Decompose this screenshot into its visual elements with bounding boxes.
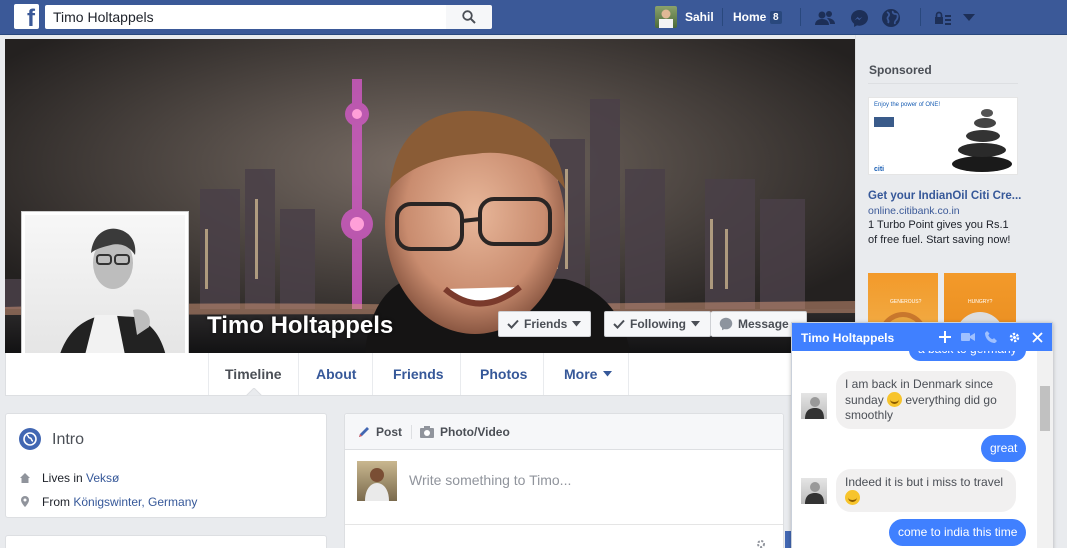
tab-photo-video[interactable]: Photo/Video — [419, 425, 510, 439]
chat-avatar — [801, 393, 827, 419]
citi-logo: citi — [874, 166, 885, 173]
chat-avatar — [801, 478, 827, 504]
lives-in-link[interactable]: Veksø — [86, 471, 119, 485]
checkmark-icon — [613, 319, 625, 329]
user-avatar[interactable] — [655, 6, 677, 28]
from-label: From — [42, 495, 74, 509]
settings-gear-icon[interactable] — [1006, 329, 1022, 345]
tab-photo-video-label: Photo/Video — [440, 425, 510, 439]
profile-link[interactable]: Sahil — [685, 10, 714, 24]
tab-post[interactable]: Post — [357, 425, 402, 439]
chat-message-received: I am back in Denmark since sunday everyt… — [836, 371, 1016, 429]
sponsored-heading: Sponsored — [869, 63, 932, 77]
ad-image[interactable]: Enjoy the power of ONE! citi — [868, 97, 1018, 175]
following-button-label: Following — [630, 317, 686, 331]
tab-more[interactable]: More — [548, 353, 630, 395]
close-icon[interactable] — [1029, 329, 1045, 345]
composer-tabs: Post Photo/Video — [345, 414, 783, 450]
caret-down-icon — [572, 321, 582, 327]
chat-message-sent: great — [981, 435, 1027, 462]
intro-card: Intro Lives in Veksø From Königswinter, … — [5, 413, 327, 518]
nav-divider — [800, 8, 801, 26]
intro-title: Intro — [52, 431, 85, 448]
lives-in-row: Lives in Veksø — [42, 471, 119, 485]
nav-divider — [920, 8, 921, 26]
post-composer: Post Photo/Video Write something to Timo… — [344, 413, 784, 548]
photos-card — [5, 535, 327, 548]
chat-header[interactable]: Timo Holtappels — [792, 323, 1052, 351]
pencil-icon — [359, 427, 369, 437]
chat-messages[interactable]: a back to germany I am back in Denmark s… — [792, 351, 1036, 548]
active-tab-indicator — [246, 388, 262, 396]
tab-timeline-label: Timeline — [225, 366, 282, 382]
search-input[interactable] — [45, 5, 446, 29]
top-navigation-bar: f Sahil Home 8 — [0, 0, 1067, 35]
chat-scrollbar[interactable] — [1037, 351, 1053, 548]
ad-url[interactable]: online.citibank.co.in — [868, 205, 960, 217]
globe-icon — [19, 428, 41, 450]
ad-card-image — [874, 117, 894, 127]
ad2-text-right: HUNGRY? — [968, 299, 993, 305]
search-icon — [462, 10, 476, 24]
profile-tab-bar: Timeline About Friends Photos More — [5, 353, 855, 396]
composer-input[interactable]: Write something to Timo... — [409, 472, 571, 488]
friend-requests-icon[interactable] — [815, 8, 835, 28]
messenger-icon[interactable] — [849, 8, 869, 28]
add-person-icon[interactable] — [937, 329, 953, 345]
composer-divider — [345, 524, 783, 525]
checkmark-icon — [507, 319, 519, 329]
chat-window: Timo Holtappels a back to germany I am b… — [791, 322, 1053, 548]
from-link[interactable]: Königswinter, Germany — [73, 495, 197, 509]
tab-photos[interactable]: Photos — [464, 353, 545, 395]
video-call-icon[interactable] — [960, 329, 976, 345]
caret-down-icon — [691, 321, 700, 327]
chat-scrollbar-thumb[interactable] — [1040, 386, 1050, 431]
ad-image-text: Enjoy the power of ONE! — [874, 102, 941, 108]
grin-emoji-icon — [845, 490, 860, 505]
ad-title[interactable]: Get your IndianOil Citi Cre... — [868, 190, 1021, 202]
home-link[interactable]: Home — [733, 10, 766, 24]
lives-in-label: Lives in — [42, 471, 87, 485]
nav-divider — [722, 8, 723, 26]
location-pin-icon — [21, 496, 29, 507]
home-icon — [20, 473, 30, 483]
tab-more-label: More — [564, 366, 598, 382]
camera-icon — [420, 426, 434, 438]
tab-friends[interactable]: Friends — [377, 353, 461, 395]
caret-down-icon — [603, 371, 613, 377]
tab-divider — [411, 425, 412, 439]
friends-button[interactable]: Friends — [498, 311, 591, 337]
ad-description: 1 Turbo Point gives you Rs.1 of free fue… — [868, 219, 1011, 246]
messenger-icon — [719, 317, 733, 331]
phone-call-icon[interactable] — [983, 329, 999, 345]
composer-avatar — [357, 461, 397, 501]
following-button[interactable]: Following — [604, 311, 711, 337]
lock-icon[interactable] — [933, 8, 953, 28]
ad2-text-left: GENEROUS? — [890, 299, 922, 305]
chevron-down-icon[interactable] — [959, 8, 979, 28]
gear-icon[interactable] — [755, 538, 767, 548]
home-count-badge: 8 — [770, 11, 782, 24]
chat-title[interactable]: Timo Holtappels — [801, 331, 894, 345]
chat-message-received: Indeed it is but i miss to travel — [836, 469, 1016, 512]
search-button[interactable] — [446, 5, 492, 29]
tab-about[interactable]: About — [300, 353, 374, 395]
from-row: From Königswinter, Germany — [42, 495, 197, 509]
chat-message-sent: come to india this time — [889, 519, 1027, 546]
facebook-logo[interactable]: f — [14, 4, 39, 29]
message-button-label: Message — [738, 317, 789, 331]
tab-post-label: Post — [376, 425, 403, 439]
chat-message-sent: a back to germany — [909, 351, 1026, 361]
globe-icon[interactable] — [881, 8, 901, 28]
profile-name[interactable]: Timo Holtappels — [207, 312, 393, 340]
friends-button-label: Friends — [524, 317, 568, 331]
chat-message-text: Indeed it is but i miss to travel — [845, 475, 1004, 489]
ad-stones-image — [952, 109, 1012, 172]
sponsored-divider — [868, 83, 1018, 84]
smiley-emoji-icon — [887, 392, 903, 407]
